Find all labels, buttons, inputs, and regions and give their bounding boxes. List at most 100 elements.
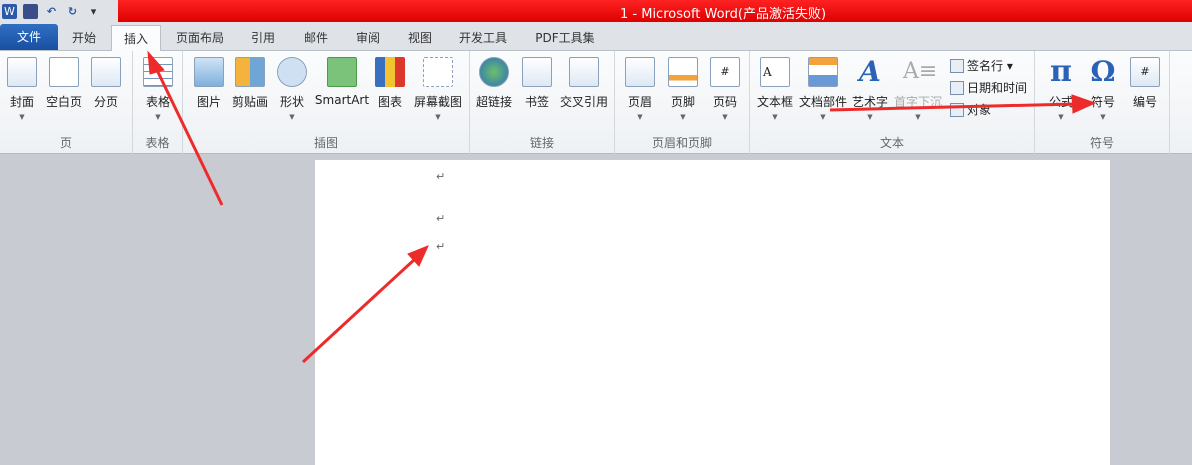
- bookmark-button[interactable]: 书签: [514, 57, 560, 110]
- button-label: 编号: [1132, 95, 1157, 109]
- chart-button[interactable]: 图表: [367, 57, 413, 110]
- chevron-down-icon: ▼: [637, 113, 643, 121]
- table-button[interactable]: 表格 ▼: [135, 57, 181, 121]
- title-bar: W ↶ ↻ ▾ 1 - Microsoft Word(产品激活失败): [0, 0, 1192, 22]
- page-break-button[interactable]: 分页: [83, 57, 129, 110]
- tab-page-layout[interactable]: 页面布局: [168, 25, 232, 51]
- button-label: 符号: [1090, 95, 1115, 109]
- date-time-button[interactable]: 日期和时间: [950, 79, 1027, 96]
- customize-qat-icon[interactable]: ▾: [86, 4, 101, 19]
- ribbon-insert: 页 表格 插图 链接 页眉和页脚 文本 符号 封面 ▼ 空白页 分页 表格 ▼ 图片…: [0, 51, 1192, 154]
- chevron-down-icon: ▼: [820, 113, 826, 121]
- footer-button[interactable]: 页脚 ▼: [660, 57, 706, 121]
- quick-access-toolbar: W ↶ ↻ ▾: [0, 0, 118, 22]
- group-label: 链接: [529, 136, 554, 150]
- bookmark-icon: [522, 57, 552, 87]
- button-label: 页码: [712, 95, 737, 109]
- cover-page-icon: [7, 57, 37, 87]
- pi-icon: π: [1050, 54, 1072, 89]
- shapes-button[interactable]: 形状 ▼: [269, 57, 315, 121]
- footer-icon: [668, 57, 698, 87]
- word-app-icon[interactable]: W: [2, 3, 17, 19]
- paragraph-mark: ↵: [436, 170, 446, 183]
- document-page[interactable]: ↵ ↵ ↵: [315, 160, 1110, 465]
- save-icon[interactable]: [23, 3, 38, 19]
- chevron-down-icon: ▼: [1058, 113, 1064, 121]
- object-button[interactable]: 对象: [950, 101, 991, 118]
- tab-file[interactable]: 文件: [0, 24, 58, 50]
- button-label: 超链接: [475, 95, 512, 109]
- button-label: SmartArt: [314, 93, 370, 107]
- drop-cap-icon: A≡: [903, 59, 938, 84]
- undo-icon[interactable]: ↶: [44, 4, 59, 19]
- group-label: 文本: [879, 136, 904, 150]
- button-label: 图表: [377, 95, 402, 109]
- symbol-button[interactable]: Ω 符号 ▼: [1080, 57, 1126, 122]
- quick-parts-button[interactable]: 文档部件 ▼: [797, 57, 849, 121]
- paragraph-mark: ↵: [436, 212, 446, 225]
- wordart-icon: A: [859, 55, 881, 88]
- chevron-down-icon: ▼: [19, 113, 25, 121]
- button-label: 交叉引用: [559, 95, 608, 109]
- signature-line-button[interactable]: 签名行 ▾: [950, 57, 1013, 74]
- chevron-down-icon: ▼: [289, 113, 295, 121]
- redo-icon[interactable]: ↻: [65, 4, 80, 19]
- button-label: 对象: [967, 103, 992, 117]
- group-label: 页: [59, 136, 72, 150]
- window-title: 1 - Microsoft Word(产品激活失败): [620, 7, 827, 22]
- blank-page-icon: [49, 57, 79, 87]
- chevron-down-icon: ▼: [435, 113, 441, 121]
- tab-insert[interactable]: 插入: [111, 25, 161, 52]
- page-number-button[interactable]: # 页码 ▼: [702, 57, 748, 121]
- screenshot-icon: [423, 57, 453, 87]
- textbox-icon: A: [760, 57, 790, 87]
- ribbon-tabs: 文件 开始 插入 页面布局 引用 邮件 审阅 视图 开发工具 PDF工具集: [0, 22, 1192, 52]
- tab-pdf-tools[interactable]: PDF工具集: [527, 25, 603, 51]
- tab-mailings[interactable]: 邮件: [293, 25, 339, 51]
- clipart-button[interactable]: 剪贴画: [227, 57, 273, 110]
- group-label: 符号: [1089, 136, 1114, 150]
- button-label: 图片: [196, 95, 221, 109]
- object-icon: [950, 102, 964, 117]
- button-label: 书签: [524, 95, 549, 109]
- header-button[interactable]: 页眉 ▼: [617, 57, 663, 121]
- signature-icon: [950, 58, 964, 73]
- paragraph-mark: ↵: [436, 240, 446, 253]
- group-label: 插图: [313, 136, 338, 150]
- wordart-button[interactable]: A 艺术字 ▼: [847, 55, 893, 122]
- smartart-button[interactable]: SmartArt: [314, 57, 370, 107]
- chevron-down-icon: ▼: [915, 113, 921, 121]
- page-break-icon: [91, 57, 121, 87]
- numbering-button[interactable]: # 编号: [1122, 57, 1168, 110]
- blank-page-button[interactable]: 空白页: [41, 57, 87, 110]
- chart-icon: [375, 57, 405, 87]
- hyperlink-button[interactable]: 超链接: [471, 57, 517, 110]
- button-label: 剪贴画: [231, 95, 268, 109]
- group-label: 表格: [145, 136, 170, 150]
- tab-view[interactable]: 视图: [397, 25, 443, 51]
- button-label: 分页: [93, 95, 118, 109]
- textbox-button[interactable]: A 文本框 ▼: [752, 57, 798, 121]
- tab-review[interactable]: 审阅: [345, 25, 391, 51]
- chevron-down-icon: ▼: [155, 113, 161, 121]
- screenshot-button[interactable]: 屏幕截图 ▼: [412, 57, 464, 121]
- tab-references[interactable]: 引用: [240, 25, 286, 51]
- cross-reference-icon: [569, 57, 599, 87]
- quick-parts-icon: [808, 57, 838, 87]
- drop-cap-button[interactable]: A≡ 首字下沉 ▼: [892, 57, 944, 121]
- equation-button[interactable]: π 公式 ▼: [1038, 54, 1084, 122]
- tab-developer[interactable]: 开发工具: [450, 25, 516, 51]
- calendar-icon: [950, 80, 964, 95]
- tab-home[interactable]: 开始: [62, 25, 106, 51]
- button-label: 空白页: [45, 95, 82, 109]
- button-label: 首字下沉: [893, 95, 942, 109]
- button-label: 封面: [9, 95, 34, 109]
- cross-reference-button[interactable]: 交叉引用: [558, 57, 610, 110]
- smartart-icon: [327, 57, 357, 87]
- header-icon: [625, 57, 655, 87]
- picture-button[interactable]: 图片: [186, 57, 232, 110]
- chevron-down-icon: ▼: [680, 113, 686, 121]
- cover-page-button[interactable]: 封面 ▼: [0, 57, 45, 121]
- globe-link-icon: [479, 57, 509, 87]
- button-label: 文本框: [756, 95, 793, 109]
